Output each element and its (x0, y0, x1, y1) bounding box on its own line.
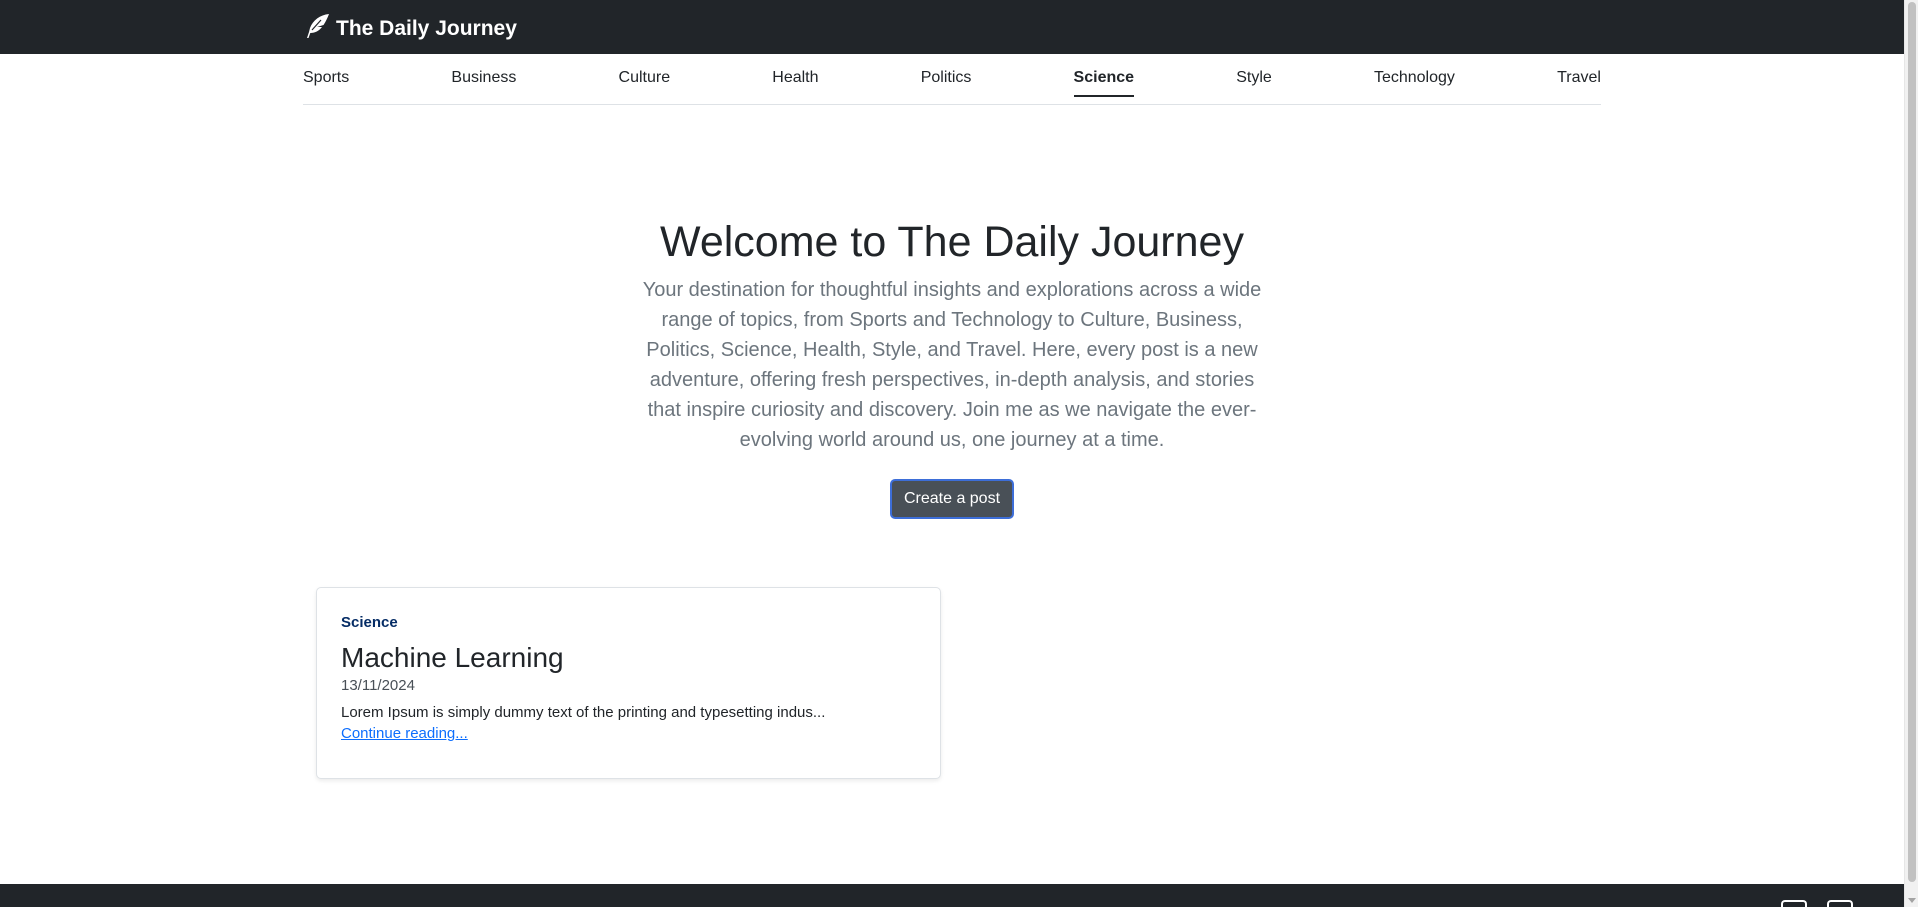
create-post-button[interactable]: Create a post (889, 479, 1015, 519)
social-icon-1[interactable] (1781, 900, 1807, 907)
page: The Daily Journey Sports Business Culture H… (0, 0, 1904, 907)
post-date: 13/11/2024 (341, 677, 415, 694)
category-link-politics[interactable]: Politics (921, 60, 972, 95)
hero-section: Welcome to The Daily Journey Your destin… (620, 212, 1284, 519)
category-link-business[interactable]: Business (451, 60, 516, 95)
brand-link[interactable]: The Daily Journey (304, 12, 517, 46)
post-title: Machine Learning (341, 642, 564, 673)
category-link-style[interactable]: Style (1236, 60, 1272, 95)
top-navbar: The Daily Journey (0, 0, 1904, 54)
post-card: Science Machine Learning 13/11/2024 Lore… (316, 587, 941, 779)
continue-reading-link[interactable]: Continue reading... (341, 725, 468, 742)
category-link-culture[interactable]: Culture (619, 60, 671, 95)
hero-description: Your destination for thoughtful insights… (642, 279, 1262, 451)
category-link-travel[interactable]: Travel (1557, 60, 1601, 95)
category-link-technology[interactable]: Technology (1374, 60, 1455, 95)
scrollbar-thumb[interactable] (1908, 2, 1916, 882)
category-nav: Sports Business Culture Health Politics Scien… (303, 60, 1601, 105)
hero-title: Welcome to The Daily Journey (660, 218, 1244, 266)
feather-icon (304, 12, 336, 46)
post-excerpt: Lorem Ipsum is simply dummy text of the … (341, 704, 826, 721)
post-category: Science (341, 614, 398, 631)
vertical-scrollbar[interactable] (1904, 0, 1918, 907)
brand-name: The Daily Journey (336, 17, 517, 40)
category-link-science[interactable]: Science (1073, 60, 1135, 97)
category-link-sports[interactable]: Sports (303, 60, 349, 95)
scroll-down-arrow-icon[interactable] (1908, 898, 1916, 903)
category-link-health[interactable]: Health (772, 60, 818, 95)
footer (0, 884, 1904, 907)
social-icon-2[interactable] (1827, 900, 1853, 907)
